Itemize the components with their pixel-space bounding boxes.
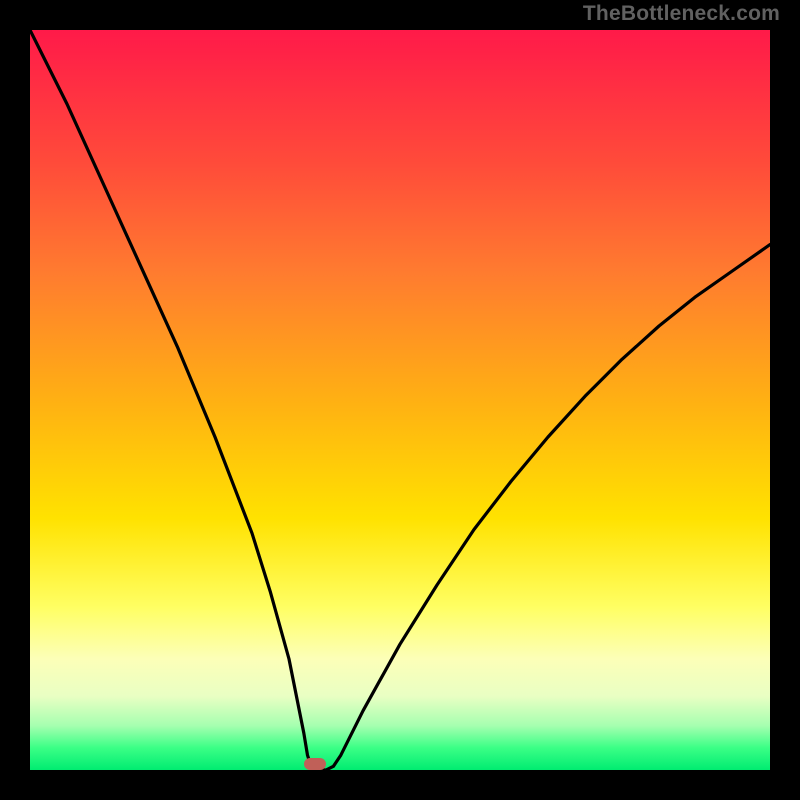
chart-frame: TheBottleneck.com	[0, 0, 800, 800]
optimal-point-marker	[304, 758, 326, 770]
attribution-text: TheBottleneck.com	[583, 2, 780, 26]
bottleneck-curve	[30, 30, 770, 770]
curve-path	[30, 30, 770, 770]
plot-area	[30, 30, 770, 770]
